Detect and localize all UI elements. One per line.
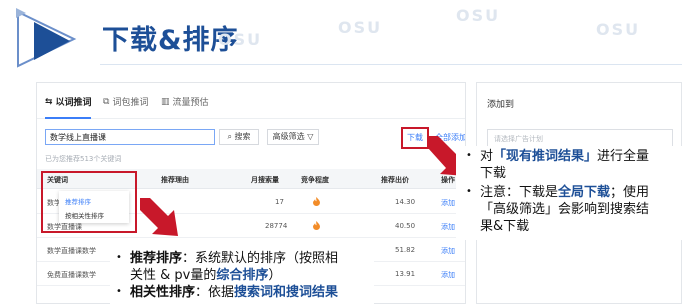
- text: ：系统默认的排序（按照相: [182, 251, 339, 266]
- callout-line: 相关性排序：依据搜索词和搜词结果: [130, 284, 338, 301]
- chart-icon: ▥: [161, 96, 170, 107]
- keyword-cell: 数学直播课数学: [47, 247, 96, 255]
- tab-label: 以词推词: [55, 98, 92, 108]
- tab-bar: ⇆ 以词推词 ⧉ 词包推词 ▥ 流量预估: [37, 83, 465, 119]
- callout-line: 下载: [480, 166, 507, 181]
- highlight-text: 「现有推词结果」: [493, 149, 598, 164]
- watermark: OSU: [338, 18, 383, 37]
- filter-icon: ▽: [307, 132, 314, 141]
- sort-dropdown: 推荐排序 按相关性排序: [59, 191, 129, 223]
- bid-cell: 40.50: [395, 222, 416, 230]
- highlight-text: 全局下载: [558, 185, 611, 200]
- search-icon: ⌕: [227, 132, 232, 141]
- download-callout: • 对「现有推词结果」进行全量 下载 • 注意：下载是全局下载；使用 「高级筛选…: [456, 146, 682, 240]
- play-triangle-logo: [16, 8, 77, 68]
- sort-callout: • 推荐排序：系统默认的排序（按照相 关性 & pv量的综合排序） • 相关性排…: [110, 246, 374, 304]
- tab-traffic-estimate[interactable]: ▥ 流量预估: [161, 95, 209, 109]
- bid-cell: 13.91: [395, 270, 416, 278]
- watermark: OSU: [456, 6, 501, 25]
- text: ：依据: [195, 285, 235, 300]
- swap-icon: ⇆: [45, 96, 53, 107]
- text: ；使用: [610, 185, 650, 200]
- sort-option-recommend[interactable]: 推荐排序: [65, 196, 91, 206]
- plan-select[interactable]: 请选择广告计划: [487, 129, 673, 147]
- header-monthly-search[interactable]: 月搜索量: [251, 175, 279, 185]
- sort-option-relevance[interactable]: 按相关性排序: [65, 210, 104, 220]
- header-divider: [100, 64, 682, 65]
- add-link[interactable]: 添加: [441, 198, 455, 208]
- highlight-text: 综合排序: [216, 268, 269, 283]
- text: 注意：下载是: [480, 185, 559, 200]
- text: ）: [268, 268, 282, 283]
- watermark: OSU: [218, 30, 263, 49]
- panel-title: 添加到: [487, 100, 515, 110]
- tab-label: 词包推词: [112, 98, 149, 108]
- header: 下载&排序 OSU OSU OSU OSU: [0, 0, 682, 76]
- bold-text: 相关性排序: [130, 285, 196, 300]
- tab-word-recommend[interactable]: ⇆ 以词推词: [45, 95, 92, 109]
- callout-line: 注意：下载是全局下载；使用: [480, 184, 649, 201]
- bid-cell: 51.82: [395, 246, 416, 254]
- callout-line: 「高级筛选」会影响到搜索结: [480, 202, 650, 217]
- result-hint: 已为您推荐513个关键词: [45, 155, 122, 163]
- bullet-dot: •: [116, 252, 122, 263]
- filter-button-label: 高级筛选: [272, 132, 305, 141]
- active-tab-indicator: [45, 117, 91, 119]
- keyword-cell: 免费直播课数学: [47, 271, 96, 279]
- add-link[interactable]: 添加: [441, 270, 455, 280]
- flame-icon: [313, 197, 320, 206]
- monthly-cell: 28774: [265, 222, 288, 230]
- callout-line: 对「现有推词结果」进行全量: [480, 148, 649, 165]
- header-reason: 推荐理由: [161, 176, 189, 184]
- highlight-text: 搜索词和搜词结果: [234, 285, 339, 300]
- add-link[interactable]: 添加: [441, 222, 455, 232]
- text: 对: [480, 149, 494, 164]
- bullet-dot: •: [466, 150, 472, 161]
- callout-line: 果&下载: [480, 219, 530, 234]
- search-button[interactable]: ⌕ 搜索: [219, 129, 259, 145]
- tab-label: 流量预估: [172, 98, 209, 108]
- tab-package-recommend[interactable]: ⧉ 词包推词: [103, 95, 149, 109]
- package-icon: ⧉: [103, 96, 110, 107]
- header-competition[interactable]: 竞争程度: [301, 175, 329, 185]
- flame-icon: [313, 221, 320, 230]
- header-bid[interactable]: 推荐出价: [381, 175, 409, 185]
- search-button-label: 搜索: [234, 132, 251, 141]
- bold-text: 推荐排序: [130, 251, 183, 266]
- callout-line: 推荐排序：系统默认的排序（按照相: [130, 250, 338, 267]
- advanced-filter-button[interactable]: 高级筛选 ▽: [267, 129, 319, 145]
- text: 进行全量: [597, 149, 650, 164]
- search-input[interactable]: 数学线上直播课: [45, 129, 215, 145]
- text: 关性 & pv量的: [130, 268, 217, 283]
- bullet-dot: •: [116, 286, 122, 297]
- callout-line: 关性 & pv量的综合排序）: [130, 267, 281, 284]
- monthly-cell: 17: [275, 198, 284, 206]
- add-link[interactable]: 添加: [441, 246, 455, 256]
- watermark: OSU: [596, 20, 641, 39]
- bullet-dot: •: [466, 186, 472, 197]
- bid-cell: 14.30: [395, 198, 416, 206]
- arrow-icon: [140, 198, 178, 236]
